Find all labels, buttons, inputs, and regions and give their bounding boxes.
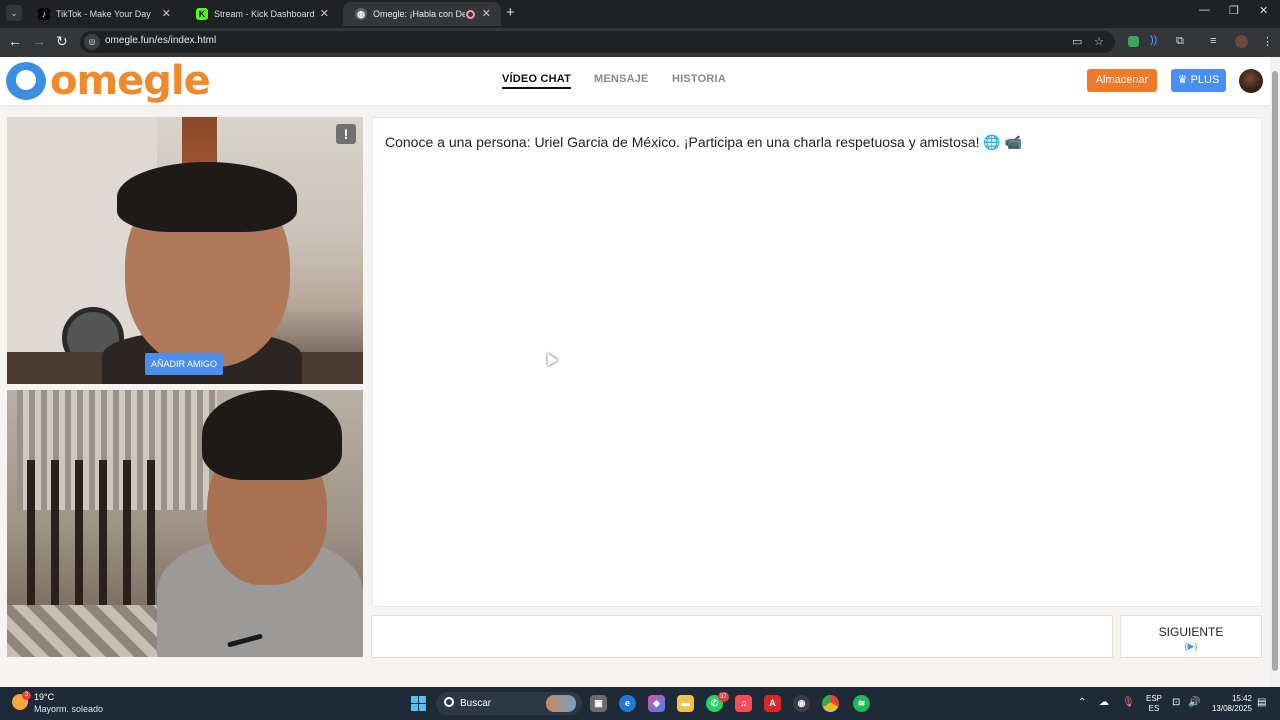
globe-icon: ◍ — [355, 8, 367, 20]
page: omegle VÍDEO CHAT MENSAJE HISTORIA Almac… — [0, 57, 1270, 687]
chat-system-message: Conoce a una persona: Uriel Garcia de Mé… — [385, 134, 1023, 150]
edge-icon[interactable]: e — [619, 695, 636, 712]
weather-description[interactable]: Mayorm. soleado — [34, 704, 103, 714]
onedrive-icon[interactable]: ☁ — [1099, 697, 1109, 708]
extensions-icon[interactable]: ⧉ — [1176, 35, 1184, 48]
clock-time: 15:42 — [1231, 694, 1252, 703]
search-icon — [444, 697, 454, 707]
close-tab-icon[interactable]: ✕ — [162, 2, 171, 26]
store-button[interactable]: Almacenar — [1087, 69, 1157, 92]
menu-kebab-icon[interactable]: ⋮ — [1262, 35, 1273, 48]
self-video — [7, 390, 363, 657]
forward-icon[interactable]: → — [32, 33, 46, 49]
url-text: omegle.fun/es/index.html — [105, 35, 217, 46]
weather-temperature[interactable]: 19°C — [34, 692, 54, 702]
language-code: ESP — [1146, 694, 1163, 703]
kick-icon: K — [196, 8, 208, 20]
whatsapp-badge: 37 — [718, 692, 729, 702]
address-bar[interactable]: ◎ omegle.fun/es/index.html — [80, 31, 1115, 53]
system-clock[interactable]: 15:42 13/08/2025 — [1208, 694, 1252, 714]
nav-message[interactable]: MENSAJE — [594, 73, 649, 85]
reload-icon[interactable]: ↻ — [56, 33, 68, 50]
site-header: omegle VÍDEO CHAT MENSAJE HISTORIA Almac… — [0, 57, 1270, 105]
nav-video-chat[interactable]: VÍDEO CHAT — [502, 73, 572, 89]
close-tab-icon[interactable]: ✕ — [482, 2, 491, 26]
tab-title: Stream - Kick Dashboard — [214, 9, 315, 19]
weather-badge: 3 — [22, 691, 31, 700]
recording-icon — [466, 10, 475, 19]
search-highlight-icon — [546, 695, 576, 712]
next-button-hint: (▶) — [1184, 641, 1198, 651]
site-info-icon[interactable]: ◎ — [84, 34, 100, 50]
tab-title: TikTok - Make Your Day — [56, 9, 151, 19]
keyboard-layout: ES — [1148, 704, 1160, 713]
new-tab-icon[interactable]: + — [506, 4, 515, 21]
minimize-icon[interactable]: — — [1199, 4, 1210, 16]
next-button-label: SIGUIENTE — [1158, 625, 1224, 639]
adobe-icon[interactable]: A — [764, 695, 781, 712]
language-indicator[interactable]: ESP ES — [1146, 694, 1162, 714]
close-window-icon[interactable]: ✕ — [1259, 4, 1268, 17]
tab-kick[interactable]: K Stream - Kick Dashboard ✕ — [184, 2, 339, 26]
search-label: Buscar — [460, 698, 492, 709]
music-icon[interactable]: ♫ — [735, 695, 752, 712]
chrome-icon[interactable] — [822, 695, 839, 712]
clock-date: 13/08/2025 — [1211, 704, 1252, 713]
page-scrollbar[interactable] — [1270, 57, 1280, 687]
tray-overflow-icon[interactable]: ⌃ — [1078, 697, 1086, 708]
restore-icon[interactable]: ❐ — [1229, 4, 1239, 17]
remote-video: ! AÑADIR AMIGO — [7, 117, 363, 384]
logo-text: omegle — [50, 58, 211, 104]
browser-tab-bar: ⌄ ♪ TikTok - Make Your Day ✕ K Stream - … — [0, 0, 1280, 28]
user-avatar[interactable] — [1239, 69, 1263, 93]
notifications-icon[interactable]: ▤ — [1257, 697, 1266, 708]
report-button[interactable]: ! — [336, 124, 356, 144]
microphone-icon[interactable]: 🎙 — [1122, 697, 1135, 708]
chat-log: Conoce a una persona: Uriel Garcia de Mé… — [372, 117, 1262, 607]
next-button[interactable]: SIGUIENTE (▶) — [1120, 615, 1262, 658]
tab-title: Omegle: ¡Habla con Desconocidos! — [373, 9, 465, 19]
taskbar-search[interactable]: Buscar — [436, 692, 582, 715]
nav-history[interactable]: HISTORIA — [672, 73, 726, 85]
network-icon[interactable]: ⊡ — [1172, 697, 1180, 708]
chat-input[interactable] — [371, 615, 1113, 658]
task-view-icon[interactable]: ▣ — [590, 695, 607, 712]
extension-audio-icon[interactable]: )) — [1150, 34, 1157, 46]
logo-bubble-icon — [6, 62, 46, 100]
tab-omegle[interactable]: ◍ Omegle: ¡Habla con Desconocidos! ✕ — [343, 2, 501, 26]
extension-green-icon[interactable] — [1128, 36, 1139, 47]
obs-icon[interactable]: ◉ — [793, 695, 810, 712]
start-icon[interactable] — [411, 696, 426, 711]
file-explorer-icon[interactable]: ▬ — [677, 695, 694, 712]
back-icon[interactable]: ← — [8, 33, 22, 49]
copilot-icon[interactable]: ◆ — [648, 695, 665, 712]
close-tab-icon[interactable]: ✕ — [320, 2, 329, 26]
tiktok-icon: ♪ — [38, 8, 50, 20]
scrollbar-thumb[interactable] — [1272, 71, 1278, 671]
tab-search-icon[interactable]: ⌄ — [6, 5, 22, 21]
add-friend-button[interactable]: AÑADIR AMIGO — [145, 353, 223, 375]
media-control-icon[interactable]: ≡ — [1210, 35, 1216, 47]
browser-toolbar: ← → ↻ ◎ omegle.fun/es/index.html ▭ ☆ ⧉ ≡… — [0, 28, 1280, 57]
bookmark-star-icon[interactable]: ☆ — [1094, 35, 1104, 48]
remote-person-hair — [117, 162, 297, 232]
spotify-icon[interactable]: ≋ — [853, 695, 870, 712]
plus-button[interactable]: ♛ PLUS — [1171, 69, 1226, 92]
tab-tiktok[interactable]: ♪ TikTok - Make Your Day ✕ — [26, 2, 181, 26]
browser-profile-avatar[interactable] — [1235, 35, 1248, 48]
windows-taskbar: 3 19°C Mayorm. soleado Buscar ▣ e ◆ ▬ ✆ … — [0, 687, 1280, 720]
self-person-hair — [202, 390, 342, 480]
volume-icon[interactable]: 🔊 — [1188, 697, 1200, 708]
cast-icon[interactable]: ▭ — [1072, 35, 1082, 48]
